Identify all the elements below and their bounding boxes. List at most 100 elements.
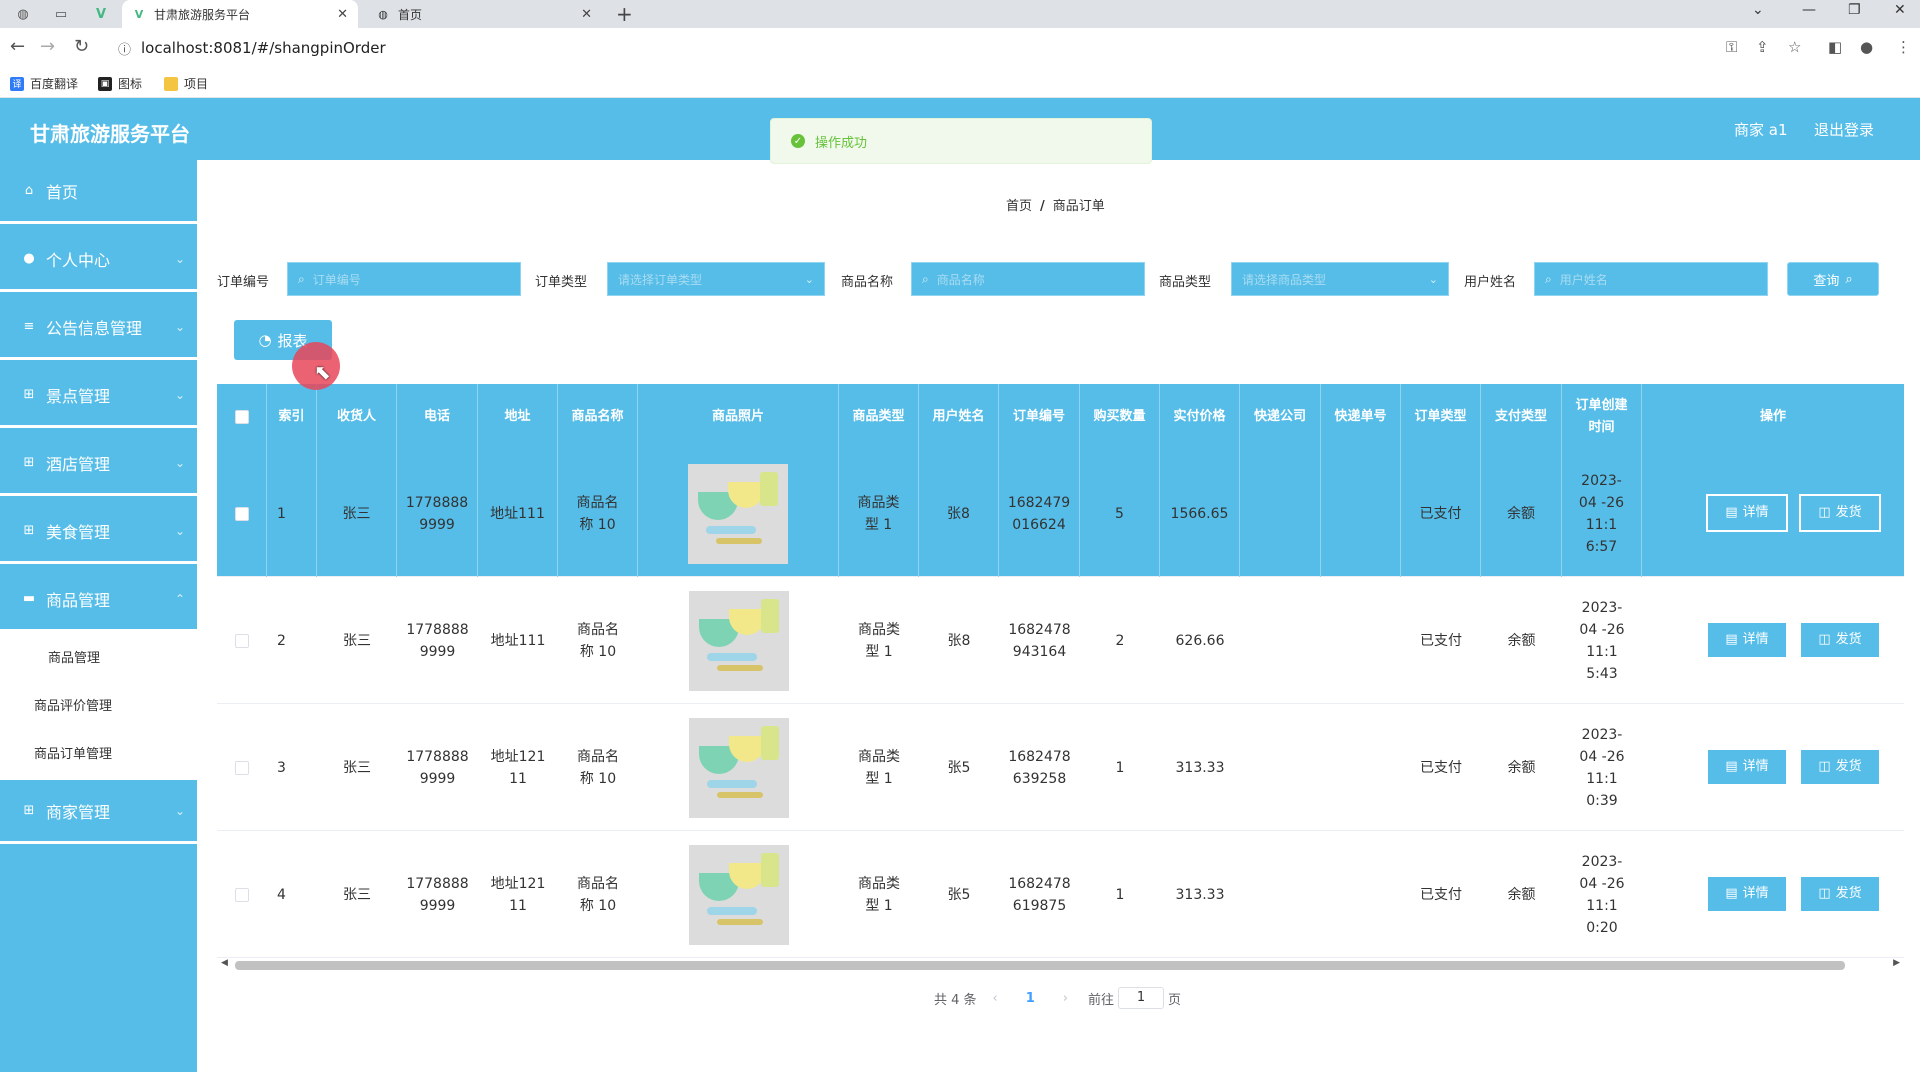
select-all-checkbox[interactable] bbox=[234, 410, 249, 424]
logout-link[interactable]: 退出登录 bbox=[1814, 119, 1874, 140]
submenu-item-goods[interactable]: 商品管理 bbox=[0, 632, 197, 680]
column-header[interactable]: 商品名称 bbox=[558, 384, 638, 450]
table-row[interactable]: 1 张三 1778888 9999 地址111 商品名称 10 商品类型 1 张… bbox=[217, 450, 1904, 577]
goods-name-input[interactable]: ⌕ 商品名称 bbox=[911, 262, 1145, 296]
minimize-button[interactable]: — bbox=[1802, 2, 1816, 18]
sidebar-item-scenic[interactable]: ⊞ 景点管理 ⌄ bbox=[0, 364, 197, 428]
order-no-input[interactable]: ⌕ 订单编号 bbox=[287, 262, 521, 296]
goods-photo[interactable] bbox=[688, 844, 789, 945]
row-checkbox[interactable] bbox=[235, 887, 249, 902]
bookmark-item[interactable]: 项目 bbox=[164, 75, 208, 92]
close-window-button[interactable]: ✕ bbox=[1894, 2, 1906, 18]
menu-icon[interactable]: ⋮ bbox=[1896, 38, 1911, 56]
row-checkbox[interactable] bbox=[234, 506, 249, 521]
cell-address: 地址111 bbox=[478, 450, 558, 577]
sidebar-item-goods[interactable]: ▬ 商品管理 ⌃ bbox=[0, 568, 197, 632]
close-icon[interactable]: ✕ bbox=[581, 7, 592, 22]
column-header[interactable]: 购买数量 bbox=[1080, 384, 1160, 450]
chevron-down-icon[interactable]: ⌄ bbox=[1752, 2, 1764, 18]
column-header[interactable]: 用户姓名 bbox=[919, 384, 999, 450]
sidebar-item-personal[interactable]: ● 个人中心 ⌄ bbox=[0, 228, 197, 292]
blank-tab-icon[interactable]: ▭ bbox=[48, 4, 74, 24]
bookmark-item[interactable]: 译 百度翻译 bbox=[10, 75, 78, 92]
detail-button[interactable]: ▤ 详情 bbox=[1706, 494, 1788, 532]
prev-page-icon[interactable]: ‹ bbox=[993, 991, 998, 1006]
cell-created: 2023-04 -26 11:1 0:20 bbox=[1579, 853, 1625, 936]
row-checkbox[interactable] bbox=[235, 633, 249, 648]
page-number[interactable]: 1 bbox=[1026, 991, 1035, 1006]
submenu-item-reviews[interactable]: 商品评价管理 bbox=[0, 680, 197, 728]
restore-button[interactable]: ❐ bbox=[1848, 2, 1861, 18]
column-header[interactable]: 索引 bbox=[267, 384, 317, 450]
ship-button[interactable]: ◫ 发货 bbox=[1799, 875, 1881, 913]
detail-button[interactable]: ▤ 详情 bbox=[1706, 748, 1788, 786]
globe-icon[interactable]: ◍ bbox=[10, 4, 36, 24]
sidebar-item-notice[interactable]: ≡ 公告信息管理 ⌄ bbox=[0, 296, 197, 360]
detail-button[interactable]: ▤ 详情 bbox=[1706, 875, 1788, 913]
submenu-item-orders[interactable]: 商品订单管理 bbox=[0, 728, 197, 776]
next-page-icon[interactable]: › bbox=[1063, 991, 1068, 1006]
column-header[interactable]: 支付类型 bbox=[1481, 384, 1562, 450]
ship-label: 发货 bbox=[1835, 886, 1862, 901]
star-icon[interactable]: ☆ bbox=[1788, 38, 1801, 56]
column-header[interactable]: 快递单号 bbox=[1321, 384, 1401, 450]
ship-button[interactable]: ◫ 发货 bbox=[1799, 494, 1881, 532]
vue-tab-icon[interactable]: V bbox=[88, 4, 114, 24]
scrollbar-thumb[interactable] bbox=[235, 961, 1845, 970]
horizontal-scrollbar[interactable]: ◀ ▶ bbox=[217, 958, 1904, 972]
query-button[interactable]: 查询 ⌕ bbox=[1787, 262, 1879, 296]
info-icon[interactable]: ⓘ bbox=[118, 39, 131, 58]
tab-home[interactable]: ◍ 首页 ✕ bbox=[366, 0, 602, 28]
goto-page-input[interactable]: 1 bbox=[1118, 987, 1165, 1009]
tab-app[interactable]: V 甘肃旅游服务平台 ✕ bbox=[122, 0, 358, 28]
bookmark-item[interactable]: ▣ 图标 bbox=[98, 75, 142, 92]
column-header[interactable]: 电话 bbox=[397, 384, 478, 450]
goods-photo[interactable] bbox=[688, 463, 788, 564]
url-field[interactable]: ⓘ localhost:8081/#/shangpinOrder bbox=[108, 34, 1708, 62]
book-icon: ◫ bbox=[1818, 632, 1831, 647]
profile-icon[interactable]: ● bbox=[1860, 38, 1873, 56]
column-header[interactable]: 商品类型 bbox=[839, 384, 919, 450]
column-header[interactable]: 快递公司 bbox=[1240, 384, 1321, 450]
vue-icon: V bbox=[134, 7, 144, 21]
goods-photo[interactable] bbox=[688, 717, 789, 818]
column-header[interactable]: 订单编号 bbox=[999, 384, 1080, 450]
ship-button[interactable]: ◫ 发货 bbox=[1799, 621, 1881, 659]
table-row[interactable]: 2 张三 1778888 9999 地址111 商品名称 10 商品类型 1 张… bbox=[217, 577, 1904, 704]
sidepanel-icon[interactable]: ◧ bbox=[1828, 38, 1842, 56]
placeholder: 用户姓名 bbox=[1559, 272, 1608, 287]
row-checkbox[interactable] bbox=[235, 760, 249, 775]
column-header[interactable]: 订单创建时间 bbox=[1562, 384, 1642, 450]
column-header[interactable]: 订单类型 bbox=[1401, 384, 1481, 450]
sidebar-item-hotel[interactable]: ⊞ 酒店管理 ⌄ bbox=[0, 432, 197, 496]
sidebar-item-food[interactable]: ⊞ 美食管理 ⌄ bbox=[0, 500, 197, 564]
column-header[interactable]: 地址 bbox=[478, 384, 558, 450]
goods-type-select[interactable]: 请选择商品类型 ⌄ bbox=[1231, 262, 1449, 296]
sidebar-item-label: 首页 bbox=[46, 182, 79, 202]
sidebar-item-home[interactable]: ⌂ 首页 bbox=[0, 160, 197, 224]
scroll-left-icon[interactable]: ◀ bbox=[221, 958, 228, 968]
new-tab-button[interactable]: + bbox=[616, 2, 633, 26]
close-icon[interactable]: ✕ bbox=[337, 7, 348, 22]
goods-photo[interactable] bbox=[688, 590, 789, 691]
back-icon[interactable]: ← bbox=[10, 36, 25, 57]
detail-button[interactable]: ▤ 详情 bbox=[1706, 621, 1788, 659]
scroll-right-icon[interactable]: ▶ bbox=[1893, 958, 1900, 968]
breadcrumb-separator: / bbox=[1040, 199, 1045, 214]
breadcrumb-home[interactable]: 首页 bbox=[1006, 199, 1032, 214]
ship-button[interactable]: ◫ 发货 bbox=[1799, 748, 1881, 786]
column-header[interactable]: 实付价格 bbox=[1160, 384, 1240, 450]
reload-icon[interactable]: ↻ bbox=[74, 36, 89, 57]
pagination: 共 4 条 ‹ 1 › 前往 1 页 bbox=[934, 987, 1181, 1009]
forward-icon[interactable]: → bbox=[40, 36, 55, 57]
cell-price: 1566.65 bbox=[1160, 450, 1240, 577]
column-header[interactable]: 收货人 bbox=[317, 384, 397, 450]
sidebar-item-merchant[interactable]: ⊞ 商家管理 ⌄ bbox=[0, 780, 197, 844]
column-header[interactable]: 商品照片 bbox=[638, 384, 839, 450]
order-type-select[interactable]: 请选择订单类型 ⌄ bbox=[607, 262, 825, 296]
share-icon[interactable]: ⇪ bbox=[1756, 38, 1769, 56]
user-name-input[interactable]: ⌕ 用户姓名 bbox=[1534, 262, 1768, 296]
table-row[interactable]: 4 张三 1778888 9999 地址121 11 商品名称 10 商品类型 … bbox=[217, 831, 1904, 958]
key-icon[interactable]: ⚿ bbox=[1726, 38, 1737, 56]
table-row[interactable]: 3 张三 1778888 9999 地址121 11 商品名称 10 商品类型 … bbox=[217, 704, 1904, 831]
